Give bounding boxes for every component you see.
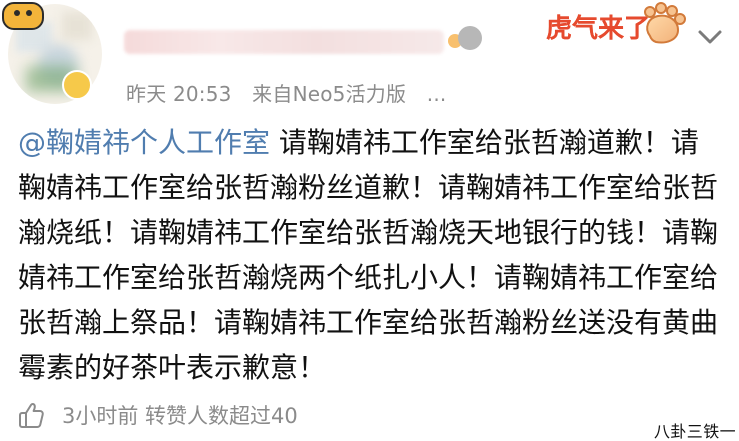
post-meta: 昨天 20:53 来自Neo5活力版 ... — [126, 78, 460, 107]
paw-icon — [644, 2, 686, 44]
post-source: 来自Neo5活力版 — [252, 82, 407, 106]
post-footer: 3小时前 转赞人数超过40 — [16, 397, 298, 433]
chevron-down-icon[interactable] — [696, 28, 724, 46]
post-body-text: 请鞠婧祎工作室给张哲瀚道歉！请鞠婧祎工作室给张哲瀚粉丝道歉！请鞠婧祎工作室给张哲… — [18, 126, 719, 384]
post-content: @鞠婧祎个人工作室 请鞠婧祎工作室给张哲瀚道歉！请鞠婧祎工作室给张哲瀚粉丝道歉！… — [18, 120, 723, 390]
promo-text: 虎气来了 — [546, 14, 651, 43]
username-blurred[interactable] — [124, 30, 444, 54]
watermark-text: 八卦三铁一 — [654, 422, 737, 441]
mention-link[interactable]: @鞠婧祎个人工作室 — [18, 126, 270, 159]
post-timestamp: 昨天 20:53 — [126, 82, 232, 106]
weibo-post-card: 昨天 20:53 来自Neo5活力版 ... 虎气来了 @鞠婧祎个人工作室 请鞠… — [0, 0, 739, 441]
thumb-up-icon[interactable] — [16, 400, 46, 430]
more-dots: ... — [426, 82, 447, 106]
avatar-blur-block — [62, 12, 92, 40]
medal-icon — [458, 26, 482, 50]
verified-badge-icon — [62, 70, 92, 100]
tiger-badge-icon — [2, 2, 44, 30]
promo-badge[interactable]: 虎气来了 — [546, 0, 688, 48]
post-stats: 3小时前 转赞人数超过40 — [62, 404, 298, 428]
